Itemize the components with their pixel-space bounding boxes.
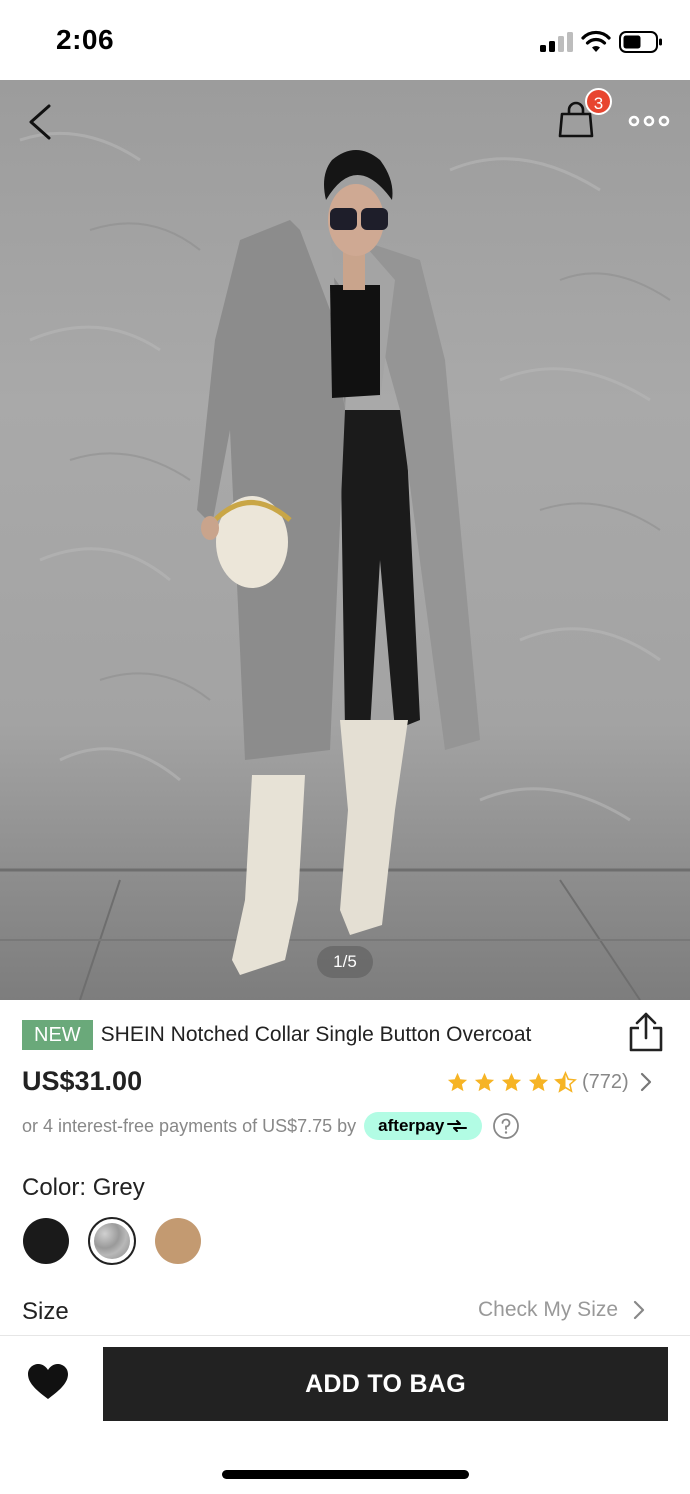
star-icon bbox=[474, 1072, 495, 1091]
swatch-camel[interactable] bbox=[155, 1218, 201, 1264]
help-icon[interactable] bbox=[492, 1112, 520, 1140]
afterpay-row: or 4 interest-free payments of US$7.75 b… bbox=[22, 1112, 520, 1140]
home-indicator bbox=[222, 1470, 469, 1479]
chevron-right-icon bbox=[640, 1072, 651, 1092]
add-to-bag-button[interactable]: ADD TO BAG bbox=[103, 1347, 668, 1421]
product-image-carousel[interactable]: 3 1/5 bbox=[0, 80, 690, 1000]
afterpay-logo[interactable]: afterpay bbox=[364, 1112, 483, 1140]
product-price: US$31.00 bbox=[22, 1066, 143, 1096]
swatch-grey-fill bbox=[94, 1223, 130, 1259]
swatch-grey-selected[interactable] bbox=[88, 1217, 136, 1265]
bottom-action-bar: ADD TO BAG bbox=[0, 1335, 690, 1494]
product-photo bbox=[0, 131, 690, 1000]
share-icon[interactable] bbox=[626, 1010, 666, 1054]
new-badge: NEW bbox=[22, 1020, 93, 1050]
chevron-right-icon bbox=[633, 1300, 645, 1320]
size-label: Size bbox=[22, 1298, 69, 1325]
status-time: 2:06 bbox=[56, 24, 115, 55]
cart-count-badge: 3 bbox=[585, 88, 612, 115]
check-my-size-text: Check My Size bbox=[478, 1298, 619, 1321]
rating-count: (772) bbox=[582, 1070, 629, 1093]
image-pager: 1/5 bbox=[317, 946, 373, 978]
star-icon bbox=[528, 1072, 549, 1091]
product-title: SHEIN Notched Collar Single Button Overc… bbox=[100, 1023, 532, 1046]
check-my-size-link[interactable]: Check My Size bbox=[478, 1298, 646, 1322]
star-icon bbox=[501, 1072, 522, 1091]
afterpay-installments: or 4 interest-free payments of US$7.75 b… bbox=[22, 1115, 357, 1136]
status-bar: 2:06 bbox=[0, 0, 690, 80]
afterpay-arrows-icon bbox=[447, 1120, 468, 1132]
color-label: Color: Grey bbox=[22, 1174, 145, 1201]
wifi-icon bbox=[581, 30, 611, 52]
product-title-row: NEW SHEIN Notched Collar Single Button O… bbox=[22, 1019, 622, 1051]
cellular-signal-icon bbox=[540, 32, 574, 52]
afterpay-logo-text: afterpay bbox=[378, 1116, 445, 1135]
star-icon bbox=[447, 1072, 468, 1091]
rating-summary[interactable]: (772) bbox=[446, 1067, 653, 1097]
battery-icon bbox=[619, 31, 662, 53]
heart-icon[interactable] bbox=[26, 1362, 70, 1402]
more-icon[interactable] bbox=[628, 110, 670, 132]
back-icon[interactable] bbox=[18, 100, 62, 144]
swatch-black[interactable] bbox=[23, 1218, 69, 1264]
star-half-icon bbox=[554, 1070, 577, 1093]
